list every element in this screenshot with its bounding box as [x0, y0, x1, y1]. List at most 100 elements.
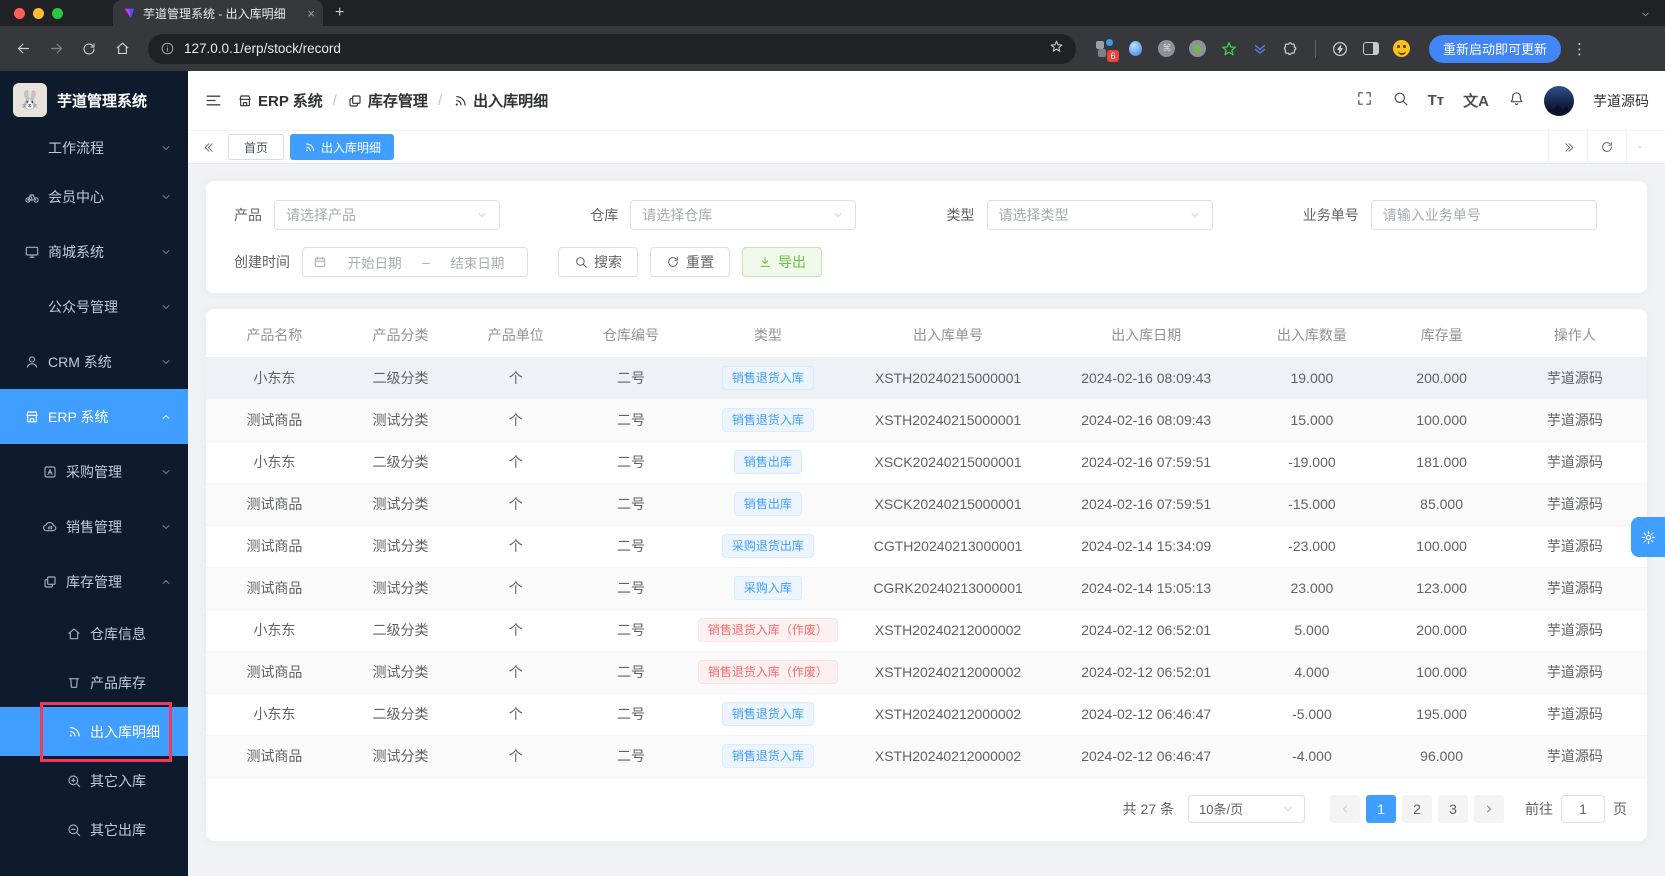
theme-settings-button[interactable]	[1631, 517, 1665, 557]
table-row[interactable]: 小东东 二级分类个二号 销售退货入库（作废） XSTH20240212000002 20…	[206, 609, 1647, 652]
sidebar-item-product-stock[interactable]: 产品库存	[0, 658, 188, 707]
extension-gray2-icon[interactable]	[1188, 39, 1208, 59]
battery-saver-icon[interactable]	[1330, 39, 1350, 59]
tab-home[interactable]: 首页	[228, 134, 285, 160]
breadcrumb-separator: /	[332, 92, 337, 109]
chevron-down-icon	[160, 466, 172, 478]
table-row[interactable]: 测试商品 测试分类个二号 采购入库 CGRK20240213000001 2024-02…	[206, 567, 1647, 610]
product-select[interactable]: 请选择产品	[274, 200, 500, 230]
minimize-window-button[interactable]	[33, 7, 44, 19]
table-cell: 测试商品	[206, 735, 343, 778]
table-row[interactable]: 测试商品 测试分类个二号 采购退货出库 CGTH20240213000001 2024-…	[206, 525, 1647, 568]
language-icon[interactable]: 文A	[1463, 90, 1489, 111]
type-cell: 销售退货入库（作废）	[688, 609, 848, 652]
new-tab-button[interactable]: +	[335, 4, 344, 22]
table-row[interactable]: 小东东 二级分类个二号 销售退货入库 XSTH20240212000002 2024-0…	[206, 693, 1647, 736]
table-cell: 个	[458, 357, 574, 400]
maximize-window-button[interactable]	[52, 7, 63, 19]
breadcrumb-item-erp[interactable]: ERP 系统	[237, 90, 323, 111]
bell-icon[interactable]	[1508, 90, 1525, 112]
extension-star-icon[interactable]	[1219, 39, 1239, 59]
forward-button[interactable]	[43, 36, 69, 62]
extension-chevrons-icon[interactable]	[1250, 39, 1270, 59]
table-row[interactable]: 测试商品 测试分类个二号 销售退货入库 XSTH20240215000001 2024-…	[206, 399, 1647, 442]
site-info-icon[interactable]	[160, 41, 175, 56]
breadcrumb-item-stock[interactable]: 库存管理	[347, 90, 428, 111]
next-page-button[interactable]	[1474, 794, 1504, 823]
url-text[interactable]: 127.0.0.1/erp/stock/record	[184, 41, 341, 56]
close-window-button[interactable]	[14, 7, 25, 19]
sidebar-item-erp-system[interactable]: ERP 系统	[0, 389, 188, 444]
app-shell: 🐰 芋道管理系统 工作流程 会员中心 商城系统 公众号管理 CRM 系统 ERP…	[0, 71, 1665, 876]
table-row[interactable]: 测试商品 测试分类个二号 销售出库 XSCK20240215000001 2024-02…	[206, 483, 1647, 526]
extensions-puzzle-icon[interactable]	[1281, 39, 1301, 59]
prev-page-button[interactable]	[1330, 794, 1360, 823]
profile-avatar-icon[interactable]	[1392, 39, 1412, 59]
table-row[interactable]: 小东东 二级分类个二号 销售出库 XSCK20240215000001 2024-02-…	[206, 441, 1647, 484]
page-size-select[interactable]: 10条/页	[1188, 794, 1305, 823]
table-row[interactable]: 小东东 二级分类个二号 销售退货入库 XSTH20240215000001 2024-0…	[206, 357, 1647, 400]
side-panel-icon[interactable]	[1361, 39, 1381, 59]
table-cell: 小东东	[206, 441, 343, 484]
date-range-picker[interactable]: 开始日期 – 结束日期	[302, 247, 528, 277]
font-size-icon[interactable]: Tт	[1428, 92, 1445, 109]
export-button[interactable]: 导出	[742, 247, 822, 277]
address-bar[interactable]: 127.0.0.1/erp/stock/record	[148, 33, 1076, 64]
tabs-scroll-left-icon[interactable]	[196, 141, 222, 154]
extension-icons: 6 ⌘	[1095, 38, 1412, 62]
back-button[interactable]	[10, 36, 36, 62]
layout-grid-icon[interactable]	[1626, 131, 1665, 163]
page-button-3[interactable]: 3	[1438, 794, 1468, 823]
table-cell: 个	[458, 441, 574, 484]
extension-tabs-icon[interactable]: 6	[1095, 38, 1119, 62]
collapse-menu-icon[interactable]	[204, 91, 223, 110]
sidebar-item-mall-system[interactable]: 商城系统	[0, 224, 188, 279]
type-select[interactable]: 请选择类型	[986, 200, 1213, 230]
sidebar-item-other-outbound[interactable]: 其它出库	[0, 805, 188, 854]
home-button[interactable]	[109, 36, 135, 62]
table-cell: 2024-02-12 06:52:01	[1048, 651, 1244, 694]
sidebar-item-sales-mgmt[interactable]: 销售管理	[0, 499, 188, 554]
page-button-1[interactable]: 1	[1366, 794, 1396, 823]
reset-button[interactable]: 重置	[650, 247, 730, 277]
table-cell: 测试商品	[206, 567, 343, 610]
sidebar-item-stock-mgmt[interactable]: 库存管理	[0, 554, 188, 609]
goto-page-input[interactable]	[1561, 794, 1605, 823]
table-cell: 测试分类	[342, 735, 459, 778]
sidebar-item-other-inbound[interactable]: 其它入库	[0, 756, 188, 805]
chrome-update-button[interactable]: 重新启动即可更新	[1428, 34, 1561, 63]
sidebar-item-official-account[interactable]: 公众号管理	[0, 279, 188, 334]
breadcrumb-item-record[interactable]: 出入库明细	[452, 90, 548, 111]
browser-menu-icon[interactable]: ⋮	[1572, 40, 1587, 58]
browser-tab[interactable]: 芋道管理系统 - 出入库明细 ×	[113, 0, 323, 26]
page-button-2[interactable]: 2	[1402, 794, 1432, 823]
extension-gray-icon[interactable]: ⌘	[1157, 39, 1177, 59]
sidebar-item-crm-system[interactable]: CRM 系统	[0, 334, 188, 389]
table-cell: 200.000	[1380, 609, 1503, 652]
search-button[interactable]: 搜索	[558, 247, 638, 277]
username[interactable]: 芋道源码	[1593, 91, 1649, 111]
window-controls[interactable]	[0, 0, 77, 26]
bookmark-star-icon[interactable]	[1049, 39, 1064, 58]
close-tab-icon[interactable]: ×	[307, 7, 315, 20]
tab-search-chevron[interactable]	[1640, 7, 1651, 25]
warehouse-select[interactable]: 请选择仓库	[630, 200, 857, 230]
extension-balloon-icon[interactable]	[1126, 39, 1146, 59]
refresh-page-icon[interactable]	[1587, 131, 1626, 163]
reload-button[interactable]	[76, 36, 102, 62]
table-cell: XSTH20240215000001	[847, 357, 1049, 400]
user-avatar[interactable]	[1544, 85, 1574, 116]
bizno-input[interactable]: 请输入业务单号	[1370, 200, 1597, 230]
sidebar-item-member-center[interactable]: 会员中心	[0, 169, 188, 224]
table-cell: 测试商品	[206, 525, 343, 568]
fullscreen-icon[interactable]	[1356, 90, 1373, 112]
sidebar-item-stock-record[interactable]: 出入库明细	[0, 702, 188, 762]
search-icon[interactable]	[1392, 90, 1409, 112]
table-row[interactable]: 测试商品 测试分类个二号 销售退货入库（作废） XSTH20240212000002 2…	[206, 651, 1647, 694]
sidebar-item-warehouse-info[interactable]: 仓库信息	[0, 609, 188, 658]
tabs-scroll-right-icon[interactable]	[1548, 131, 1587, 163]
sidebar-item-workflow[interactable]: 工作流程	[0, 127, 188, 169]
tab-stock-record[interactable]: 出入库明细	[290, 134, 395, 160]
sidebar-item-purchase-mgmt[interactable]: 采购管理	[0, 444, 188, 499]
table-row[interactable]: 测试商品 测试分类个二号 销售退货入库 XSTH20240212000002 2024-…	[206, 735, 1647, 778]
